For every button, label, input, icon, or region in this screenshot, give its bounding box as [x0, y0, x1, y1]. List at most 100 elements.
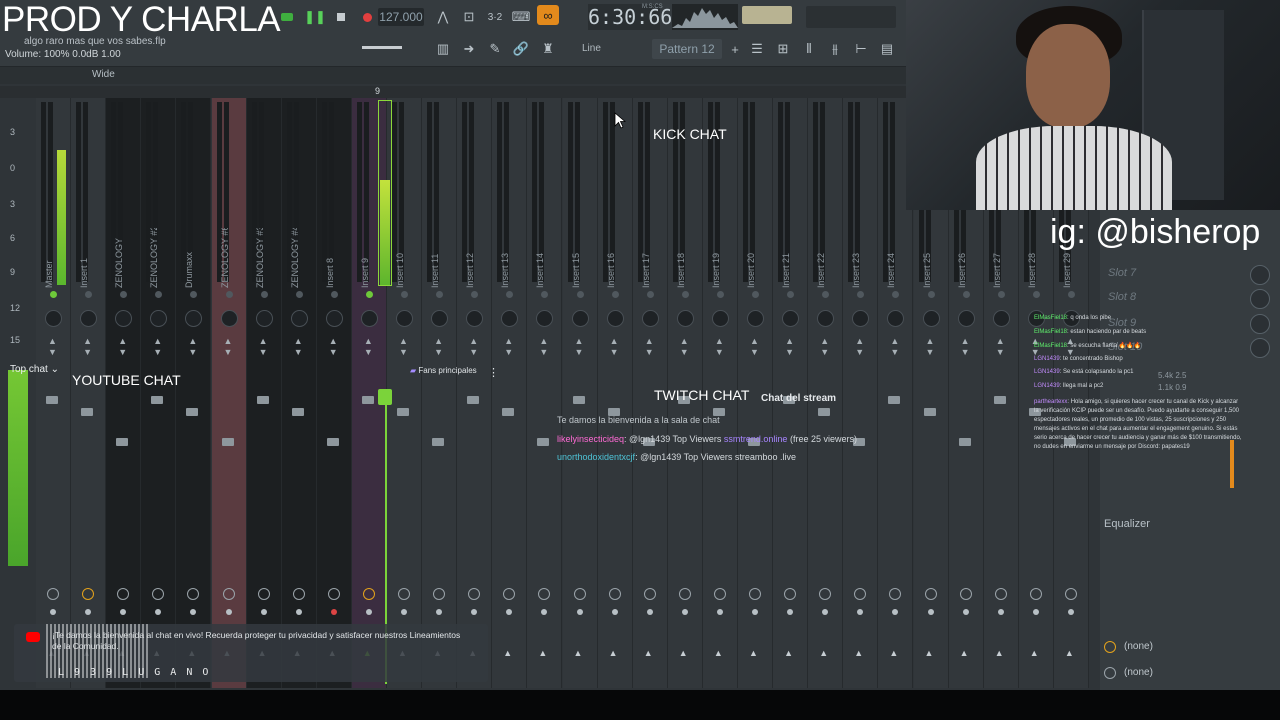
fader-cap[interactable]	[537, 438, 550, 446]
route-icon[interactable]	[713, 588, 726, 600]
volume-fader[interactable]	[256, 388, 269, 578]
stereo-separation-icon[interactable]: ▲ ▼	[645, 336, 654, 358]
twitch-username[interactable]: unorthodoxidentxcjf	[557, 452, 635, 462]
kick-username[interactable]: LGN1439	[1034, 356, 1060, 362]
send-dot[interactable]	[576, 609, 583, 615]
track-enable-led[interactable]	[997, 291, 1005, 298]
pan-knob[interactable]	[360, 310, 378, 327]
stereo-separation-icon[interactable]: ▲ ▼	[469, 336, 478, 358]
route-arrow-icon[interactable]: ▲	[644, 648, 653, 658]
track-enable-led[interactable]	[822, 291, 830, 298]
volume-fader[interactable]	[81, 388, 94, 578]
route-icon[interactable]	[784, 588, 797, 600]
pan-knob[interactable]	[185, 310, 203, 327]
route-arrow-icon[interactable]: ▲	[749, 648, 758, 658]
send-dot[interactable]	[260, 609, 267, 615]
track-enable-led[interactable]	[85, 291, 93, 298]
stereo-separation-icon[interactable]: ▲ ▼	[224, 336, 233, 358]
pan-knob[interactable]	[501, 310, 519, 327]
kick-username[interactable]: ElMasFiel18	[1034, 343, 1067, 349]
track-name[interactable]: ZENOLOGY #4	[290, 228, 304, 288]
send-dot[interactable]	[1032, 609, 1039, 615]
stereo-separation-icon[interactable]: ▲ ▼	[118, 336, 127, 358]
fader-cap[interactable]	[46, 396, 58, 404]
route-icon[interactable]	[924, 588, 937, 600]
fader-cap[interactable]	[81, 408, 94, 416]
route-icon[interactable]	[819, 588, 832, 600]
kick-system-user[interactable]: partheartexx	[1034, 399, 1067, 405]
volume-fader[interactable]	[537, 388, 550, 578]
fader-cap[interactable]	[958, 438, 971, 446]
mixer-track[interactable]: Insert 14 ▲ ▼ ▲	[527, 98, 563, 688]
fader-cap[interactable]	[151, 396, 164, 404]
route-arrow-icon[interactable]: ▲	[854, 648, 863, 658]
track-enable-led[interactable]	[681, 291, 689, 298]
track-enable-led[interactable]	[857, 291, 865, 298]
volume-fader[interactable]	[467, 388, 480, 578]
play-button[interactable]: ❚❚	[304, 7, 326, 27]
pan-knob[interactable]	[255, 310, 273, 327]
pan-knob[interactable]	[396, 310, 413, 327]
route-icon[interactable]	[152, 588, 165, 600]
fader-cap[interactable]	[116, 438, 129, 446]
metronome-button[interactable]: ⋀	[432, 7, 454, 27]
track-name[interactable]: ZENOLOGY #2	[149, 228, 163, 288]
pan-knob[interactable]	[45, 310, 62, 327]
record-button[interactable]	[356, 7, 378, 27]
stereo-separation-icon[interactable]: ▲ ▼	[610, 336, 619, 358]
track-enable-led[interactable]	[611, 291, 619, 298]
stereo-separation-icon[interactable]: ▲ ▼	[715, 336, 724, 358]
track-enable-led[interactable]	[752, 291, 759, 298]
route-icon[interactable]	[994, 588, 1007, 600]
pan-knob[interactable]	[571, 310, 589, 327]
route-icon[interactable]	[292, 588, 305, 600]
insert-9-fader[interactable]	[378, 389, 392, 405]
track-enable-led[interactable]	[892, 291, 900, 298]
send-dot[interactable]	[365, 609, 372, 615]
stereo-separation-icon[interactable]: ▲ ▼	[434, 336, 443, 358]
pan-knob[interactable]	[220, 310, 238, 327]
fader-cap[interactable]	[326, 438, 339, 446]
slot-8-toggle[interactable]	[1250, 289, 1270, 309]
kick-username[interactable]: ElMasFiel18	[1034, 315, 1067, 321]
route-arrow-icon[interactable]: ▲	[714, 648, 723, 658]
stereo-separation-icon[interactable]: ▲ ▼	[539, 336, 548, 358]
fader-cap[interactable]	[502, 408, 515, 416]
stereo-separation-icon[interactable]: ▲ ▼	[820, 336, 829, 358]
stereo-separation-icon[interactable]: ▲ ▼	[575, 336, 584, 358]
mixer-track[interactable]: ZENOLOGY #2▲▼▲	[141, 98, 177, 688]
track-name[interactable]: Insert 9	[360, 228, 374, 288]
track-name[interactable]: Insert 17	[641, 228, 655, 288]
route-icon[interactable]	[678, 588, 691, 600]
volume-fader[interactable]	[291, 388, 304, 578]
route-icon[interactable]	[608, 588, 621, 600]
track-enable-led[interactable]	[506, 291, 514, 298]
track-enable-led[interactable]	[120, 291, 128, 298]
mixer-track[interactable]: ZENOLOGY #6▲▼▲	[211, 98, 247, 688]
fans-principales-tab[interactable]: ▰ Fans principales	[410, 366, 477, 375]
send-dot[interactable]	[85, 609, 92, 615]
route-arrow-icon[interactable]: ▲	[609, 648, 618, 658]
mixer-track[interactable]: Insert 13 ▲ ▼ ▲	[492, 98, 528, 688]
volume-fader[interactable]	[151, 388, 164, 578]
piano-roll-button[interactable]: ▥	[432, 39, 454, 59]
volume-fader[interactable]	[221, 388, 234, 578]
mixer-track[interactable]: Insert 16 ▲ ▼ ▲	[597, 98, 633, 688]
volume-fader[interactable]	[116, 388, 129, 578]
effect-slot-7[interactable]: Slot 7	[1108, 267, 1136, 279]
route-icon[interactable]	[503, 588, 516, 600]
route-arrow-icon[interactable]: ▲	[889, 648, 898, 658]
route-icon[interactable]	[222, 588, 235, 600]
track-name[interactable]: Insert 24	[886, 228, 900, 288]
playlist-button[interactable]: ➜	[458, 39, 480, 59]
send-dot[interactable]	[120, 609, 127, 615]
track-name[interactable]: Insert 1	[79, 228, 93, 288]
send-dot[interactable]	[822, 609, 829, 615]
route-arrow-icon[interactable]: ▲	[503, 648, 512, 658]
route-icon[interactable]	[538, 588, 551, 600]
route-arrow-icon[interactable]: ▲	[784, 648, 793, 658]
plugin-picker-button[interactable]: ⫵	[824, 39, 846, 59]
slot-10-toggle[interactable]	[1250, 338, 1270, 358]
pan-knob[interactable]	[466, 310, 484, 327]
send-dot[interactable]	[646, 609, 653, 615]
